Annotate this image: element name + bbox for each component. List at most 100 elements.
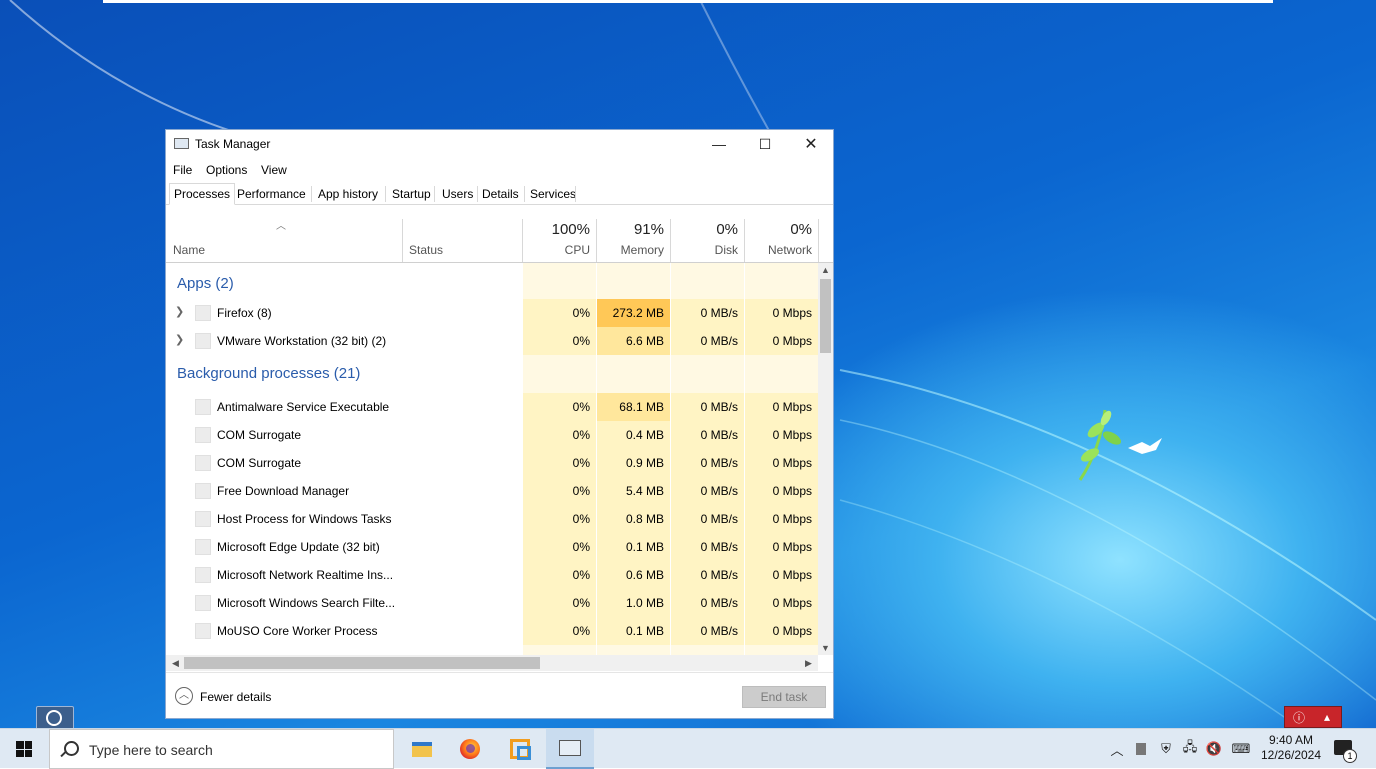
process-name: COM Surrogate bbox=[217, 428, 302, 442]
table-row[interactable]: Microsoft Network Realtime Ins... 0% 0.6… bbox=[166, 561, 818, 589]
fewer-details-link[interactable]: Fewer details bbox=[200, 690, 271, 704]
minimize-button[interactable]: — bbox=[696, 130, 742, 158]
network-icon[interactable]: 🖧 bbox=[1180, 729, 1200, 769]
table-row[interactable]: Microsoft Edge Update (32 bit) 0% 0.1 MB… bbox=[166, 533, 818, 561]
show-hidden-icons-chevron-icon[interactable]: ︿ bbox=[1108, 729, 1126, 769]
chevron-up-icon[interactable]: ▴ bbox=[1313, 707, 1341, 727]
task-manager-icon bbox=[174, 138, 189, 149]
column-disk-label: Disk bbox=[714, 243, 738, 257]
table-row[interactable]: ❯ VMware Workstation (32 bit) (2) 0% 6.6… bbox=[166, 327, 818, 355]
memory-cell: 273.2 MB bbox=[597, 299, 670, 327]
tray-app-icon[interactable] bbox=[1132, 729, 1150, 769]
menu-file[interactable]: File bbox=[173, 163, 192, 177]
network-cell: 0 Mbps bbox=[745, 589, 818, 617]
table-row[interactable]: MoUSO Core Worker Process 0% 0.1 MB 0 MB… bbox=[166, 617, 818, 645]
table-row[interactable]: ❯ Firefox (8) 0% 273.2 MB 0 MB/s 0 Mbps bbox=[166, 299, 818, 327]
power-icon[interactable]: ⓘ bbox=[1285, 707, 1313, 727]
end-task-button[interactable]: End task bbox=[742, 686, 826, 708]
column-disk[interactable]: 0% Disk bbox=[671, 205, 744, 262]
volume-muted-icon[interactable]: 🔇 bbox=[1204, 729, 1224, 769]
desktop-shortcut-icon[interactable] bbox=[36, 706, 74, 728]
search-icon bbox=[64, 741, 79, 756]
taskbar-task-manager[interactable] bbox=[546, 729, 594, 769]
column-network[interactable]: 0% Network bbox=[745, 205, 818, 262]
vm-indicator[interactable]: ⓘ ▴ bbox=[1284, 706, 1342, 728]
cpu-cell: 0% bbox=[523, 449, 596, 477]
scroll-down-arrow-icon[interactable]: ▼ bbox=[818, 641, 833, 655]
keyboard-icon[interactable]: ⌨ bbox=[1228, 729, 1254, 769]
group-header-apps[interactable]: Apps (2) bbox=[166, 267, 818, 299]
network-cell: 0 Mbps bbox=[745, 421, 818, 449]
app-icon bbox=[195, 483, 211, 499]
table-row[interactable]: Free Download Manager 0% 5.4 MB 0 MB/s 0… bbox=[166, 477, 818, 505]
taskbar: Type here to search ︿ ⛨ 🖧 🔇 ⌨ 9:40 AM 12… bbox=[0, 728, 1376, 769]
chevron-right-icon[interactable]: ❯ bbox=[175, 333, 184, 346]
sort-up-icon: ︿ bbox=[276, 221, 286, 232]
tab-services[interactable]: Services bbox=[526, 184, 580, 204]
group-header-background[interactable]: Background processes (21) bbox=[166, 357, 818, 393]
search-box[interactable]: Type here to search bbox=[49, 729, 394, 769]
scroll-right-arrow-icon[interactable]: ▶ bbox=[801, 656, 816, 670]
table-row[interactable]: COM Surrogate 0% 0.4 MB 0 MB/s 0 Mbps bbox=[166, 421, 818, 449]
tab-separator bbox=[311, 186, 312, 202]
scroll-left-arrow-icon[interactable]: ◀ bbox=[168, 656, 183, 670]
app-icon bbox=[195, 623, 211, 639]
table-row[interactable]: Host Process for Windows Tasks 0% 0.8 MB… bbox=[166, 505, 818, 533]
tab-details[interactable]: Details bbox=[478, 184, 523, 204]
cpu-cell: 0% bbox=[523, 561, 596, 589]
column-cpu[interactable]: 100% CPU bbox=[523, 205, 596, 262]
start-button[interactable] bbox=[0, 729, 48, 769]
cpu-cell: 0% bbox=[523, 327, 596, 355]
tab-users[interactable]: Users bbox=[438, 184, 477, 204]
horizontal-scrollbar[interactable]: ◀ ▶ bbox=[166, 655, 818, 671]
taskbar-firefox[interactable] bbox=[446, 729, 494, 769]
vertical-scroll-thumb[interactable] bbox=[820, 279, 831, 353]
tab-processes[interactable]: Processes bbox=[169, 183, 236, 205]
app-icon bbox=[195, 511, 211, 527]
app-icon bbox=[195, 399, 211, 415]
clock[interactable]: 9:40 AM 12/26/2024 bbox=[1256, 733, 1326, 763]
menu-options[interactable]: Options bbox=[206, 163, 247, 177]
title-bar[interactable]: Task Manager — ☐ ✕ bbox=[166, 130, 833, 158]
column-memory[interactable]: 91% Memory bbox=[597, 205, 670, 262]
cpu-cell: 0% bbox=[523, 589, 596, 617]
process-name: Microsoft Network Realtime Ins... bbox=[217, 568, 394, 582]
table-row[interactable]: Antimalware Service Executable 0% 68.1 M… bbox=[166, 393, 818, 421]
process-name: Microsoft Windows Search Filte... bbox=[217, 596, 396, 610]
column-name[interactable]: ︿ Name bbox=[166, 205, 402, 262]
table-row[interactable]: COM Surrogate 0% 0.9 MB 0 MB/s 0 Mbps bbox=[166, 449, 818, 477]
security-icon[interactable]: ⛨ bbox=[1156, 729, 1176, 769]
app-icon bbox=[195, 539, 211, 555]
table-row[interactable]: Microsoft Windows Search Filte... 0% 1.0… bbox=[166, 589, 818, 617]
process-name: Firefox (8) bbox=[217, 306, 272, 320]
vertical-scrollbar[interactable]: ▲ ▼ bbox=[818, 263, 833, 655]
network-cell: 0 Mbps bbox=[745, 449, 818, 477]
network-cell: 0 Mbps bbox=[745, 299, 818, 327]
close-button[interactable]: ✕ bbox=[788, 130, 834, 158]
scroll-up-arrow-icon[interactable]: ▲ bbox=[818, 263, 833, 277]
menu-view[interactable]: View bbox=[261, 163, 287, 177]
firefox-icon bbox=[460, 739, 480, 759]
horizontal-scroll-thumb[interactable] bbox=[184, 657, 540, 669]
tab-app-history[interactable]: App history bbox=[314, 184, 382, 204]
app-icon bbox=[195, 427, 211, 443]
column-status-label: Status bbox=[409, 243, 444, 257]
chevron-up-icon[interactable]: ︿ bbox=[175, 687, 193, 705]
taskbar-file-explorer[interactable] bbox=[398, 729, 446, 769]
cpu-cell: 0% bbox=[523, 421, 596, 449]
network-cell: 0 Mbps bbox=[745, 477, 818, 505]
tab-separator bbox=[434, 186, 435, 202]
taskbar-vmware[interactable] bbox=[496, 729, 544, 769]
memory-cell: 1.0 MB bbox=[597, 589, 670, 617]
disk-cell: 0 MB/s bbox=[671, 589, 744, 617]
process-name: Free Download Manager bbox=[217, 484, 350, 498]
disk-cell: 0 MB/s bbox=[671, 533, 744, 561]
chevron-right-icon[interactable]: ❯ bbox=[175, 305, 184, 318]
tab-startup[interactable]: Startup bbox=[388, 184, 435, 204]
column-status[interactable]: Status bbox=[403, 205, 523, 262]
maximize-button[interactable]: ☐ bbox=[742, 130, 788, 158]
disk-cell: 0 MB/s bbox=[671, 505, 744, 533]
tab-performance[interactable]: Performance bbox=[233, 184, 310, 204]
cpu-cell: 0% bbox=[523, 533, 596, 561]
memory-cell: 0.8 MB bbox=[597, 505, 670, 533]
